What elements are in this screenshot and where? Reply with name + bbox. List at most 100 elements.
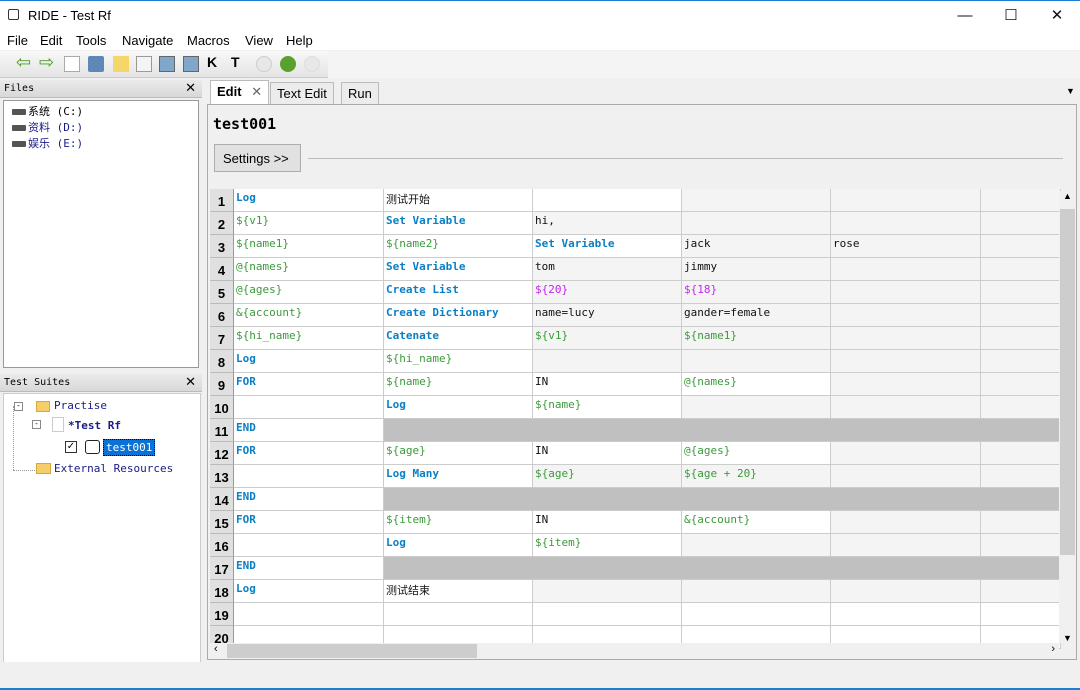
grid-cell[interactable]: END [234, 488, 384, 511]
row-header[interactable]: 13 [210, 465, 234, 488]
grid-cell[interactable]: name=lucy [533, 304, 682, 327]
close-tab-icon[interactable]: ✕ [251, 84, 262, 99]
forward-icon[interactable]: ⇨ [39, 52, 55, 72]
grid-cell[interactable]: ${name1} [682, 327, 831, 350]
search-keywords-icon[interactable]: K [207, 54, 223, 70]
grid-cell[interactable] [831, 281, 981, 304]
grid-cell[interactable]: ${name} [384, 373, 533, 396]
grid-cell[interactable]: ${name2} [384, 235, 533, 258]
grid-cell[interactable] [234, 465, 384, 488]
grid-cell[interactable] [831, 258, 981, 281]
new-resource-icon[interactable] [136, 56, 152, 72]
grid-cell[interactable]: @{names} [682, 373, 831, 396]
grid-cell[interactable]: ${hi_name} [234, 327, 384, 350]
save-icon[interactable] [159, 56, 175, 72]
drive-c[interactable]: 系统 (C:) [4, 103, 194, 119]
new-project-icon[interactable] [64, 56, 80, 72]
grid-cell[interactable]: Set Variable [533, 235, 682, 258]
grid-cell[interactable] [533, 488, 682, 511]
grid-cell[interactable]: 测试结束 [384, 580, 533, 603]
grid-cell[interactable] [981, 580, 1061, 603]
grid-cell[interactable] [831, 304, 981, 327]
tree-suite[interactable]: *Test Rf [68, 419, 121, 432]
row-header[interactable]: 6 [210, 304, 234, 327]
grid-cell[interactable]: ${age + 20} [682, 465, 831, 488]
grid-cell[interactable] [981, 281, 1061, 304]
minimize-button[interactable]: — [942, 1, 988, 31]
grid-cell[interactable]: ${20} [533, 281, 682, 304]
grid-cell[interactable] [384, 419, 533, 442]
grid-cell[interactable] [682, 189, 831, 212]
open-directory-icon[interactable] [113, 56, 129, 72]
grid-cell[interactable] [831, 373, 981, 396]
grid-cell[interactable]: gander=female [682, 304, 831, 327]
grid-cell[interactable] [981, 603, 1061, 626]
grid-cell[interactable] [831, 350, 981, 373]
grid-cell[interactable] [981, 534, 1061, 557]
grid-cell[interactable] [234, 534, 384, 557]
grid-cell[interactable] [682, 488, 831, 511]
row-header[interactable]: 1 [210, 189, 234, 212]
checkbox-checked[interactable]: ✓ [65, 441, 77, 453]
grid-cell[interactable] [533, 189, 682, 212]
grid-cell[interactable]: Log Many [384, 465, 533, 488]
tree-external-resources[interactable]: External Resources [54, 462, 173, 475]
grid-cell[interactable] [682, 534, 831, 557]
menu-macros[interactable]: Macros [187, 33, 230, 48]
row-header[interactable]: 17 [210, 557, 234, 580]
grid-cell[interactable] [831, 189, 981, 212]
tab-dropdown-icon[interactable]: ▼ [1066, 86, 1075, 96]
grid-cell[interactable]: Set Variable [384, 258, 533, 281]
menu-tools[interactable]: Tools [76, 33, 106, 48]
grid-cell[interactable]: ${item} [533, 534, 682, 557]
grid-cell[interactable] [981, 557, 1061, 580]
grid-cell[interactable] [533, 580, 682, 603]
back-icon[interactable]: ⇦ [16, 52, 32, 72]
grid-cell[interactable]: ${18} [682, 281, 831, 304]
tab-run[interactable]: Run [341, 82, 379, 104]
grid-cell[interactable]: Log [384, 534, 533, 557]
maximize-button[interactable]: ☐ [988, 1, 1034, 31]
close-suites-icon[interactable]: ✕ [185, 375, 196, 390]
row-header[interactable]: 15 [210, 511, 234, 534]
grid-cell[interactable] [831, 465, 981, 488]
grid-cell[interactable]: END [234, 557, 384, 580]
menu-view[interactable]: View [245, 33, 273, 48]
grid-cell[interactable] [981, 258, 1061, 281]
grid-cell[interactable] [981, 350, 1061, 373]
grid-cell[interactable] [981, 465, 1061, 488]
grid-cell[interactable] [981, 189, 1061, 212]
grid-cell[interactable] [831, 557, 981, 580]
grid-cell[interactable] [682, 557, 831, 580]
grid-cell[interactable]: &{account} [234, 304, 384, 327]
grid-cell[interactable]: ${name1} [234, 235, 384, 258]
grid-cell[interactable]: IN [533, 373, 682, 396]
row-header[interactable]: 4 [210, 258, 234, 281]
grid-cell[interactable]: Log [234, 580, 384, 603]
grid-cell[interactable]: ${v1} [234, 212, 384, 235]
grid-cell[interactable] [981, 304, 1061, 327]
tab-text-edit[interactable]: Text Edit [270, 82, 334, 104]
grid-cell[interactable] [981, 488, 1061, 511]
grid-cell[interactable] [831, 511, 981, 534]
grid-cell[interactable] [831, 327, 981, 350]
close-files-icon[interactable]: ✕ [185, 81, 196, 96]
grid-cell[interactable] [831, 603, 981, 626]
grid-cell[interactable] [682, 212, 831, 235]
grid-cell[interactable] [533, 350, 682, 373]
grid-cell[interactable]: IN [533, 442, 682, 465]
row-header[interactable]: 16 [210, 534, 234, 557]
grid-cell[interactable]: @{ages} [682, 442, 831, 465]
tree-project[interactable]: Practise [54, 399, 107, 412]
grid-cell[interactable] [981, 419, 1061, 442]
grid-cell[interactable] [981, 511, 1061, 534]
grid-cell[interactable] [384, 557, 533, 580]
row-header[interactable]: 14 [210, 488, 234, 511]
grid-cell[interactable]: ${age} [384, 442, 533, 465]
open-icon[interactable] [88, 56, 104, 72]
row-header[interactable]: 10 [210, 396, 234, 419]
grid-cell[interactable] [682, 419, 831, 442]
grid-cell[interactable]: 测试开始 [384, 189, 533, 212]
grid-cell[interactable]: Log [234, 350, 384, 373]
row-header[interactable]: 5 [210, 281, 234, 304]
